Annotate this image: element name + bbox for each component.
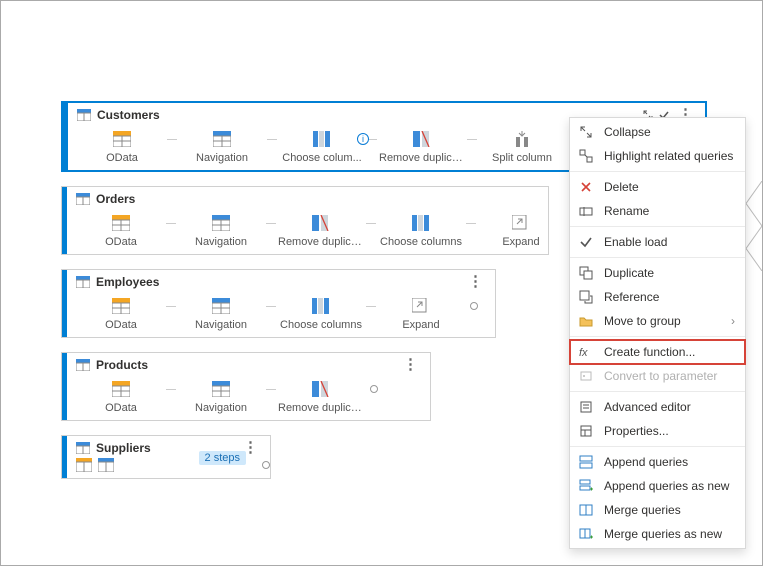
fx-icon: fx (578, 344, 594, 360)
step-odata[interactable]: OData (76, 296, 166, 331)
more-icon[interactable]: ⋮ (464, 277, 487, 287)
step-remove-duplicates[interactable]: Remove duplicat... (276, 379, 366, 414)
menu-enable-load[interactable]: Enable load (570, 230, 745, 254)
steps-badge: 2 steps (199, 451, 246, 465)
query-card-orders[interactable]: Orders OData Navigation Remove duplicat.… (61, 186, 549, 255)
info-icon: i (357, 133, 369, 145)
check-icon (578, 234, 594, 250)
end-node-icon (470, 302, 478, 310)
editor-icon (578, 399, 594, 415)
append-icon (578, 454, 594, 470)
menu-append-queries[interactable]: Append queries (570, 450, 745, 474)
step-odata[interactable]: OData (76, 379, 166, 414)
query-title: Suppliers (96, 441, 151, 455)
step-navigation[interactable]: Navigation (176, 213, 266, 248)
properties-icon (578, 423, 594, 439)
menu-advanced-editor[interactable]: Advanced editor (570, 395, 745, 419)
svg-text:fx: fx (579, 347, 588, 359)
nav-icon (98, 458, 114, 472)
menu-append-queries-new[interactable]: Append queries as new (570, 474, 745, 498)
step-navigation[interactable]: Navigation (177, 129, 267, 164)
table-icon (76, 442, 90, 454)
append-new-icon (578, 478, 594, 494)
chevron-right-icon: › (731, 314, 735, 328)
menu-highlight-related[interactable]: Highlight related queries (570, 144, 745, 168)
delete-icon (578, 179, 594, 195)
rename-icon (578, 203, 594, 219)
merge-new-icon (578, 526, 594, 542)
step-choose-columns[interactable]: Choose columns (376, 213, 466, 248)
step-choose-columns[interactable]: Choose columns (276, 296, 366, 331)
step-choose-columns[interactable]: i Choose colum... (277, 129, 367, 164)
collapse-icon (578, 124, 594, 140)
step-navigation[interactable]: Navigation (176, 296, 266, 331)
menu-reference[interactable]: Reference (570, 285, 745, 309)
end-node-icon (370, 385, 378, 393)
highlight-icon (578, 148, 594, 164)
folder-icon (578, 313, 594, 329)
query-title: Customers (97, 108, 160, 122)
context-menu: Collapse Highlight related queries Delet… (569, 117, 746, 549)
parameter-icon (578, 368, 594, 384)
menu-move-to-group[interactable]: Move to group › (570, 309, 745, 333)
step-odata[interactable]: OData (77, 129, 167, 164)
merge-icon (578, 502, 594, 518)
menu-properties[interactable]: Properties... (570, 419, 745, 443)
query-card-products[interactable]: Products ⋮ OData Navigation Remove dupli… (61, 352, 431, 421)
menu-merge-queries-new[interactable]: Merge queries as new (570, 522, 745, 546)
menu-create-function[interactable]: fx Create function... (570, 340, 745, 364)
menu-rename[interactable]: Rename (570, 199, 745, 223)
query-title: Products (96, 358, 148, 372)
reference-icon (578, 289, 594, 305)
menu-convert-to-parameter: Convert to parameter (570, 364, 745, 388)
menu-collapse[interactable]: Collapse (570, 120, 745, 144)
menu-delete[interactable]: Delete (570, 175, 745, 199)
query-card-employees[interactable]: Employees ⋮ OData Navigation Choose colu… (61, 269, 496, 338)
source-icon (76, 458, 92, 472)
query-title: Orders (96, 192, 135, 206)
query-title: Employees (96, 275, 159, 289)
step-expand[interactable]: Expand (476, 213, 548, 248)
menu-merge-queries[interactable]: Merge queries (570, 498, 745, 522)
query-card-suppliers[interactable]: Suppliers ⋮ 2 steps (61, 435, 271, 479)
duplicate-icon (578, 265, 594, 281)
more-icon[interactable]: ⋮ (399, 360, 422, 370)
step-odata[interactable]: OData (76, 213, 166, 248)
table-icon (76, 359, 90, 371)
step-remove-duplicates[interactable]: Remove duplicat... (276, 213, 366, 248)
step-expand[interactable]: Expand (376, 296, 466, 331)
end-node-icon (262, 461, 270, 469)
step-remove-duplicates[interactable]: Remove duplicat... (377, 129, 467, 164)
table-icon (76, 193, 90, 205)
table-icon (76, 276, 90, 288)
step-split-column[interactable]: Split column (477, 129, 567, 164)
table-icon (77, 109, 91, 121)
step-navigation[interactable]: Navigation (176, 379, 266, 414)
menu-duplicate[interactable]: Duplicate (570, 261, 745, 285)
